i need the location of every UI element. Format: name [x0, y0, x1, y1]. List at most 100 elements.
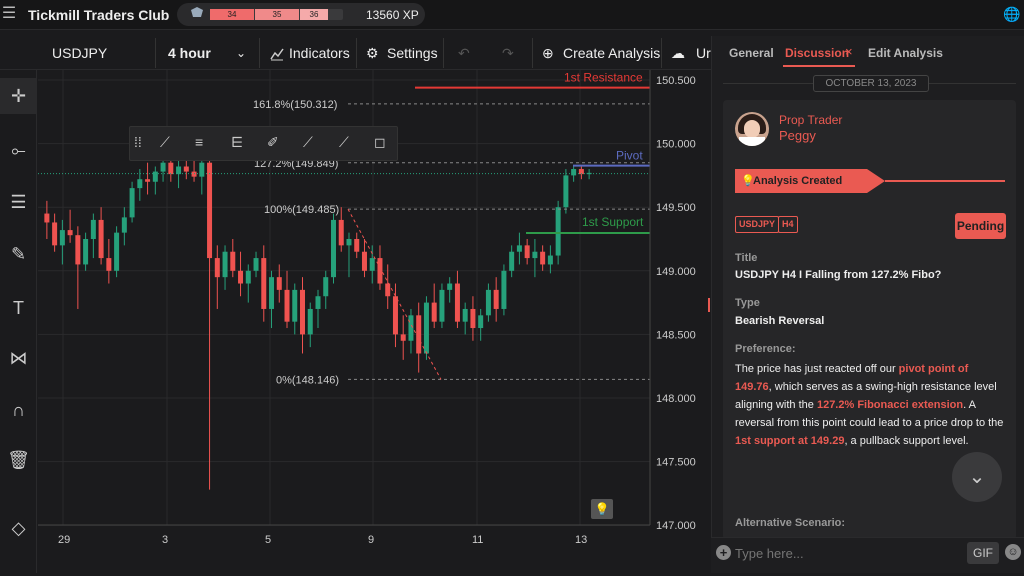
- author-role: Prop Trader: [779, 113, 843, 127]
- plus-circle-icon[interactable]: ⊕: [542, 38, 554, 68]
- candle-body: [230, 251, 236, 271]
- candle-body: [276, 277, 282, 290]
- select-box-icon[interactable]: ◻: [374, 134, 386, 151]
- candle-body: [106, 258, 112, 271]
- indicators-icon[interactable]: [270, 38, 284, 68]
- candle-body: [439, 289, 445, 322]
- add-attachment-icon[interactable]: +: [716, 545, 731, 560]
- price-tick-label: 149.500: [656, 202, 696, 214]
- lightbulb-icon[interactable]: 💡: [591, 499, 613, 519]
- timeframe-select[interactable]: 4 hour: [168, 38, 211, 68]
- resistance-label: 1st Resistance: [564, 71, 643, 85]
- channel-icon[interactable]: ⋿: [231, 134, 243, 151]
- candle-body: [261, 258, 267, 309]
- candle-body: [392, 296, 398, 335]
- date-tick-label: 3: [162, 534, 168, 546]
- candle-body: [121, 217, 127, 233]
- candle-body: [346, 239, 352, 246]
- candle-body: [183, 166, 189, 172]
- candle-body: [416, 315, 422, 354]
- upload-icon[interactable]: ☁: [671, 38, 685, 68]
- tab-edit-analysis[interactable]: Edit Analysis: [868, 46, 943, 60]
- candle-body: [307, 308, 313, 335]
- tag-timeframe: H4: [778, 216, 798, 233]
- candle-body: [214, 258, 220, 278]
- message-input[interactable]: [735, 542, 955, 564]
- candle-body: [509, 251, 515, 271]
- tag-symbol: USDJPY: [735, 216, 780, 233]
- candle-body: [44, 213, 50, 223]
- gear-icon[interactable]: ⚙: [366, 38, 379, 68]
- candle-body: [207, 162, 213, 259]
- candle-body: [137, 179, 143, 189]
- price-tick-label: 149.000: [656, 266, 696, 278]
- line-tool-icon[interactable]: ⟋: [160, 134, 170, 151]
- create-analysis-button[interactable]: Create Analysis: [563, 38, 660, 68]
- settings-button[interactable]: Settings: [387, 38, 438, 68]
- text-icon[interactable]: T: [0, 290, 37, 326]
- drag-handle-icon[interactable]: ⁞⁞: [134, 134, 142, 150]
- magnet-icon[interactable]: ∩: [0, 392, 37, 428]
- layers-icon[interactable]: ◇: [0, 510, 37, 546]
- avatar: [735, 112, 769, 146]
- candle-body: [524, 245, 530, 259]
- date-tick-label: 9: [368, 534, 374, 546]
- candle-body: [300, 289, 306, 335]
- emoji-icon[interactable]: ☺: [1005, 544, 1021, 560]
- close-icon[interactable]: ×: [845, 44, 853, 59]
- candle-body: [145, 179, 151, 182]
- candle-body: [253, 258, 259, 271]
- crosshair-icon[interactable]: ✛: [0, 78, 37, 114]
- xp-value: 13560 XP: [366, 8, 419, 22]
- candle-body: [129, 188, 135, 218]
- tab-general[interactable]: General: [729, 46, 774, 60]
- candle-body: [176, 166, 182, 175]
- candle-body: [338, 219, 344, 246]
- trash-icon[interactable]: 🗑: [0, 442, 37, 478]
- candle-body: [377, 258, 383, 284]
- preference-text: The price has just reacted off our pivot…: [735, 363, 1004, 447]
- redo-icon[interactable]: ↷: [502, 38, 514, 68]
- trendline-icon[interactable]: ⟜: [0, 132, 37, 168]
- event-label: Analysis Created: [753, 175, 843, 187]
- author-name[interactable]: Peggy: [779, 128, 816, 143]
- candle-body: [315, 296, 321, 309]
- symbol-selector[interactable]: USDJPY: [52, 38, 107, 68]
- fibonacci-icon[interactable]: ☰: [0, 184, 37, 220]
- undo-icon[interactable]: ↶: [458, 38, 470, 68]
- color-icon[interactable]: ✐: [267, 134, 279, 151]
- fibo-level-label: 161.8%(150.312): [253, 99, 337, 111]
- tab-discussion[interactable]: Discussion: [785, 46, 849, 60]
- date-tick-label: 5: [265, 534, 271, 546]
- candle-body: [168, 162, 174, 175]
- xp-progress-bar: 34 35 36: [210, 9, 343, 20]
- price-tick-label: 147.500: [656, 457, 696, 469]
- candle-body: [323, 277, 329, 297]
- pattern-icon[interactable]: ⋈: [0, 340, 37, 376]
- upload-button[interactable]: Ur: [696, 38, 711, 68]
- analysis-type: Bearish Reversal: [735, 315, 825, 327]
- chevron-down-icon[interactable]: ⌄: [236, 38, 246, 68]
- globe-icon[interactable]: 🌐: [1003, 6, 1020, 22]
- style-icon[interactable]: ⟋: [339, 134, 349, 151]
- xp-segment: 36: [300, 9, 328, 20]
- linewidth-icon[interactable]: ⟋: [303, 134, 313, 151]
- fibo-level-label: 100%(149.485): [264, 204, 339, 216]
- gif-button[interactable]: GIF: [967, 542, 999, 564]
- indicators-button[interactable]: Indicators: [289, 38, 350, 68]
- fibo-levels-icon[interactable]: ≡: [195, 134, 203, 150]
- scroll-down-button[interactable]: ⌄: [952, 452, 1002, 502]
- analysis-title: USDJPY H4 I Falling from 127.2% Fibo?: [735, 269, 942, 281]
- menu-icon[interactable]: ☰: [0, 5, 18, 23]
- candle-body: [160, 162, 166, 172]
- candle-body: [354, 239, 360, 252]
- candle-body: [454, 283, 460, 322]
- rank-icon: [189, 6, 205, 20]
- candle-body: [330, 219, 336, 278]
- brush-icon[interactable]: ✎: [0, 236, 37, 272]
- candle-body: [431, 302, 437, 322]
- candle-body: [493, 289, 499, 309]
- candle-body: [75, 235, 81, 265]
- candle-body: [478, 315, 484, 329]
- candle-body: [369, 258, 375, 271]
